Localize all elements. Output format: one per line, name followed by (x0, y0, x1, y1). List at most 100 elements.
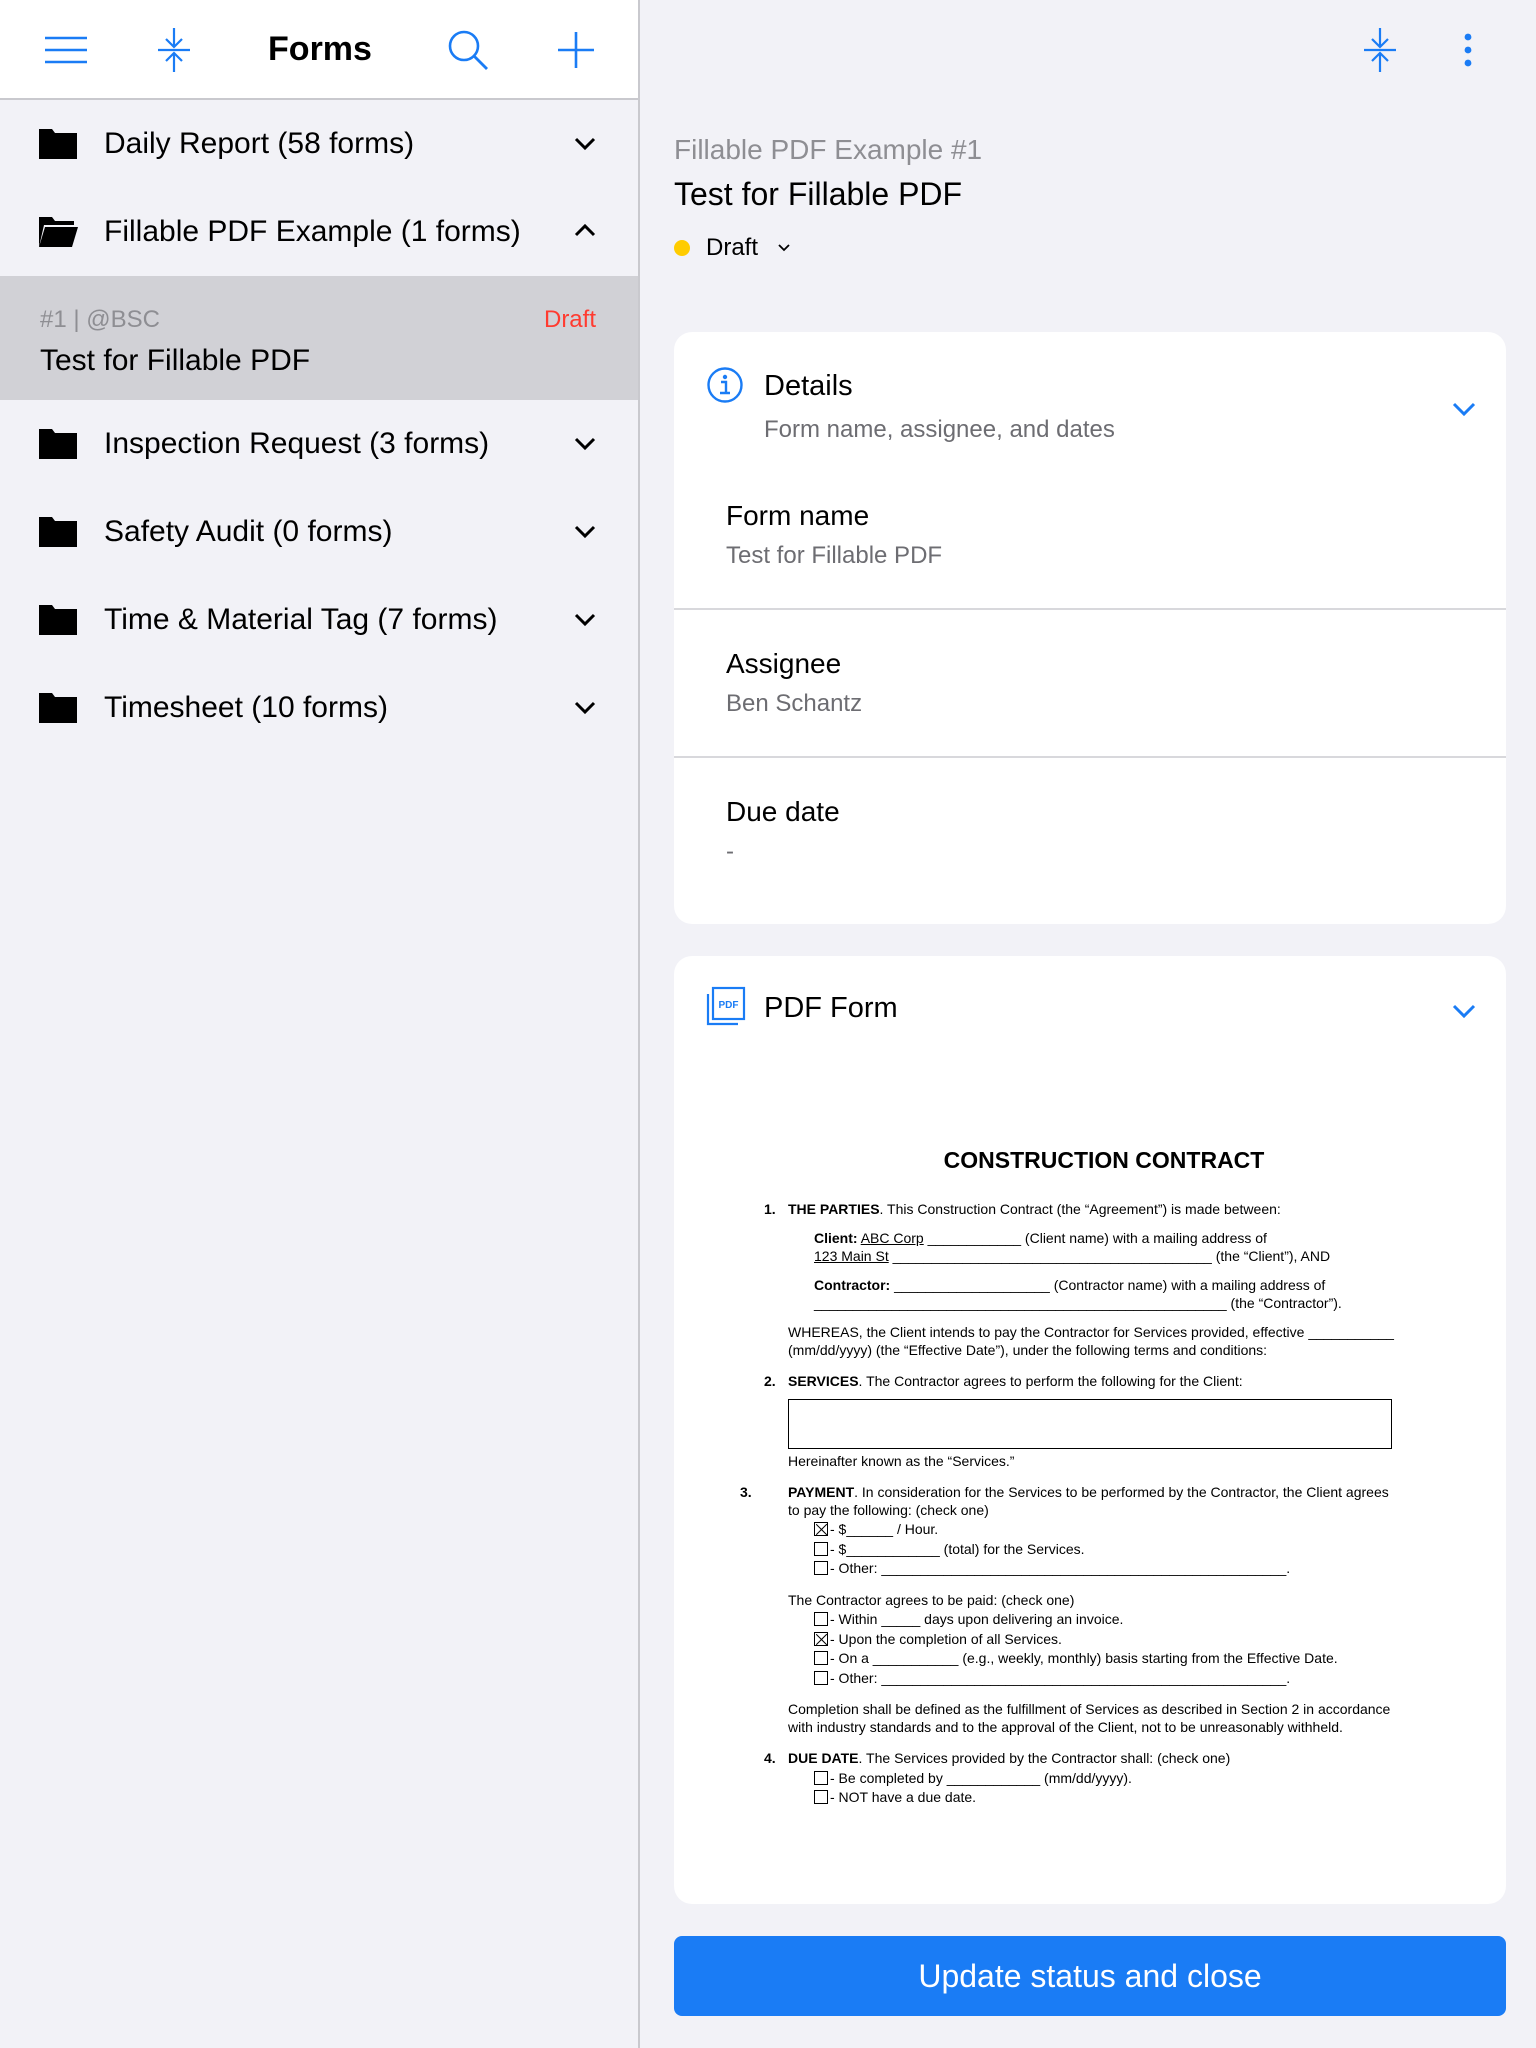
client-address-field[interactable]: 123 Main St (814, 1248, 889, 1264)
details-title: Details (764, 370, 853, 402)
folder-icon (39, 429, 77, 459)
folder-row-safety-audit[interactable]: Safety Audit (0 forms) (0, 488, 638, 576)
folder-icon (39, 605, 77, 635)
chevron-down-icon (574, 437, 596, 451)
whereas-clause: WHEREAS, the Client intends to pay the C… (788, 1324, 1394, 1358)
client-name-field[interactable]: ABC Corp (861, 1230, 924, 1246)
section-number: 3. (740, 1484, 752, 1501)
add-form-button[interactable] (552, 26, 600, 74)
checkbox[interactable] (814, 1612, 828, 1627)
folder-row-time-material-tag[interactable]: Time & Material Tag (7 forms) (0, 576, 638, 664)
folder-row-inspection-request[interactable]: Inspection Request (3 forms) (0, 400, 638, 488)
folder-row-timesheet[interactable]: Timesheet (10 forms) (0, 664, 638, 752)
folder-label: Safety Audit (0 forms) (104, 515, 393, 548)
section-text: . The Contractor agrees to perform the f… (858, 1373, 1243, 1390)
option-text: - Other: _______________________________… (830, 1669, 1291, 1686)
field-value: - (726, 838, 734, 865)
option-text: - NOT have a due date. (830, 1789, 977, 1806)
folder-icon (39, 129, 77, 159)
svg-text:PDF: PDF (719, 1000, 739, 1011)
checkbox[interactable] (814, 1561, 828, 1576)
pdf-card-header[interactable]: PDF PDF Form (674, 956, 1506, 1076)
option-text: - $______ / Hour. (830, 1521, 939, 1538)
paid-option-periodic[interactable]: - On a ___________ (e.g., weekly, monthl… (764, 1650, 1404, 1668)
status-dropdown[interactable]: Draft (674, 232, 792, 264)
section-text: . The Services provided by the Contracto… (858, 1750, 1231, 1767)
checkbox[interactable] (814, 1670, 828, 1685)
pdf-document-preview[interactable]: CONSTRUCTION CONTRACT 1. THE PARTIES. Thi… (740, 1146, 1404, 1821)
option-text: - Other: _______________________________… (830, 1560, 1291, 1577)
due-option-date[interactable]: - Be completed by ____________ (mm/dd/yy… (764, 1770, 1404, 1788)
chevron-down-icon (778, 244, 790, 252)
chevron-down-icon (574, 525, 596, 539)
checkbox[interactable] (814, 1651, 828, 1666)
collapse-icon (158, 28, 190, 72)
form-name-field[interactable]: Form name Test for Fillable PDF (674, 462, 1506, 610)
section-parties: 1. THE PARTIES. This Construction Contrac… (764, 1201, 1404, 1360)
pay-option-total[interactable]: - $____________ (total) for the Services… (764, 1541, 1404, 1559)
folder-icon (39, 693, 77, 723)
checkbox[interactable] (814, 1790, 828, 1805)
option-text: - $____________ (total) for the Services… (830, 1540, 1085, 1557)
checkbox-checked[interactable] (814, 1522, 828, 1537)
collapse-all-button[interactable] (150, 26, 198, 74)
paid-option-within[interactable]: - Within _____ days upon delivering an i… (764, 1611, 1404, 1629)
collapse-sections-button[interactable] (1356, 26, 1404, 74)
option-text: - Be completed by ____________ (mm/dd/yy… (830, 1769, 1132, 1786)
client-address-text: ________________________________________… (888, 1247, 1331, 1264)
folder-icon (39, 517, 77, 547)
paid-option-other[interactable]: - Other: _______________________________… (764, 1670, 1404, 1688)
option-text: - Within _____ days upon delivering an i… (830, 1611, 1124, 1628)
status-badge: Draft (543, 306, 596, 333)
page-title: Forms (268, 30, 372, 68)
checkbox[interactable] (814, 1770, 828, 1785)
contractor-address-field[interactable]: ________________________________________… (764, 1295, 1404, 1313)
pay-option-hourly[interactable]: - $______ / Hour. (764, 1521, 1404, 1539)
folder-label: Fillable PDF Example (1 forms) (104, 215, 521, 248)
folder-row-fillable-pdf[interactable]: Fillable PDF Example (1 forms) (0, 188, 638, 276)
info-icon (707, 367, 743, 403)
chevron-down-icon (574, 137, 596, 151)
section-heading: PAYMENT (788, 1484, 855, 1501)
contractor-label: Contractor: (814, 1277, 891, 1294)
search-icon (448, 30, 488, 70)
option-text: - Upon the completion of all Services. (830, 1630, 1062, 1647)
assignee-field[interactable]: Assignee Ben Schantz (674, 610, 1506, 758)
checkbox[interactable] (814, 1541, 828, 1556)
services-text-field[interactable] (788, 1398, 1392, 1449)
form-detail-pane: Fillable PDF Example #1 Test for Fillabl… (642, 0, 1536, 2048)
form-template-name: Fillable PDF Example #1 (674, 134, 983, 165)
services-note: Hereinafter known as the “Services.” (788, 1452, 1015, 1469)
checkbox-checked[interactable] (814, 1631, 828, 1646)
folder-row-daily-report[interactable]: Daily Report (58 forms) (0, 100, 638, 188)
search-button[interactable] (444, 26, 492, 74)
menu-button[interactable] (42, 26, 90, 74)
folder-label: Daily Report (58 forms) (104, 127, 415, 160)
chevron-down-icon (1452, 1004, 1476, 1019)
folder-label: Timesheet (10 forms) (104, 691, 388, 724)
menu-icon (45, 36, 87, 64)
form-list-item-selected[interactable]: #1 | @BSC Draft Test for Fillable PDF (0, 276, 638, 400)
details-card-header[interactable]: Details Form name, assignee, and dates (674, 332, 1506, 462)
due-date-field[interactable]: Due date - (674, 758, 1506, 906)
client-line-text: ____________ (Client name) with a mailin… (923, 1230, 1267, 1247)
pay-option-other[interactable]: - Other: _______________________________… (764, 1560, 1404, 1578)
more-options-button[interactable] (1444, 26, 1492, 74)
collapse-icon (1364, 28, 1396, 72)
folder-label: Time & Material Tag (7 forms) (104, 603, 498, 636)
paid-option-completion[interactable]: - Upon the completion of all Services. (764, 1631, 1404, 1649)
sidebar-header: Forms (0, 0, 638, 100)
section-heading: THE PARTIES (788, 1200, 880, 1217)
contractor-name-field[interactable]: ____________________ (Contractor name) w… (890, 1277, 1325, 1293)
status-label: Draft (706, 234, 759, 261)
folder-open-icon (39, 217, 78, 247)
chevron-down-icon (574, 613, 596, 627)
chevron-up-icon (574, 223, 596, 237)
pdf-icon: PDF (706, 986, 746, 1026)
paid-intro: The Contractor agrees to be paid: (check… (788, 1591, 1075, 1608)
update-status-close-button[interactable]: Update status and close (674, 1936, 1506, 2016)
field-label: Due date (726, 796, 840, 827)
due-option-none[interactable]: - NOT have a due date. (764, 1789, 1404, 1807)
section-number: 2. (764, 1373, 776, 1390)
forms-sidebar: Forms Daily Report (58 forms) Fillable P… (0, 0, 640, 2048)
